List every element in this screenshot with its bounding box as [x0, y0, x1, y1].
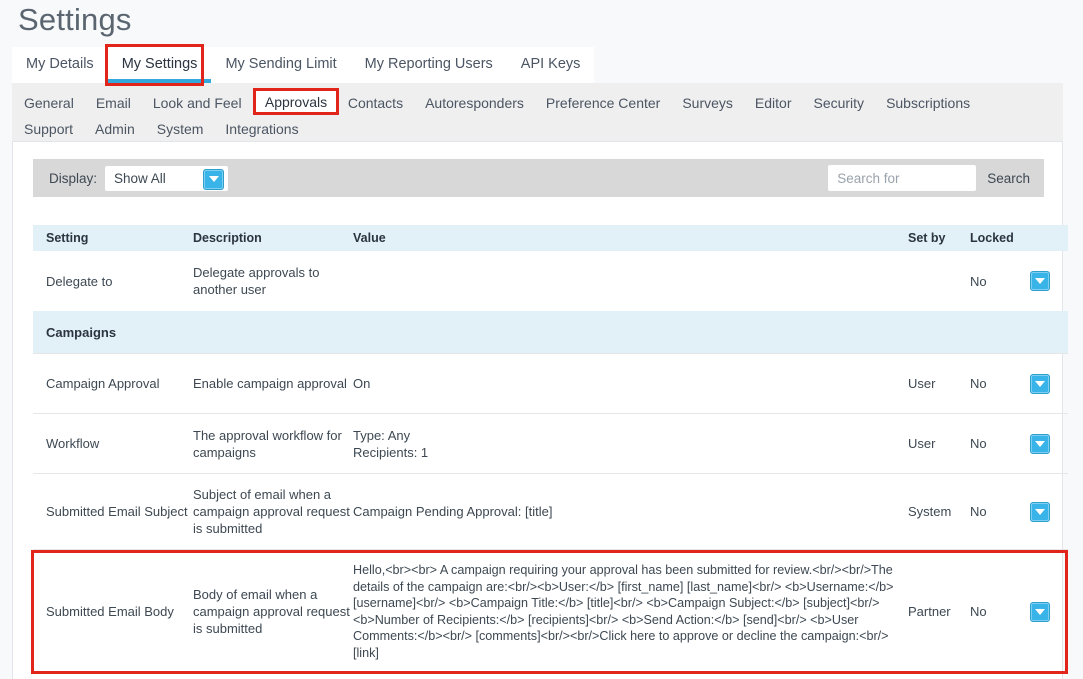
subnav-item-surveys[interactable]: Surveys: [682, 90, 733, 116]
display-select-value: Show All: [114, 170, 166, 186]
table-header-row: Setting Description Value Set by Locked: [33, 225, 1068, 251]
settings-page: Settings My Details My Settings My Sending…: [0, 0, 1083, 679]
cell-set-by: User: [908, 436, 936, 451]
column-header-setting: Setting: [46, 230, 89, 245]
tab-label: API Keys: [520, 56, 581, 72]
table-row: Submitted Email Body Body of email when a…: [31, 549, 1068, 674]
column-header-locked: Locked: [970, 230, 1014, 245]
subnav-item-email[interactable]: Email: [96, 90, 131, 116]
tab-label: My Settings: [121, 56, 198, 72]
cell-setting: Delegate to: [46, 273, 113, 289]
cell-locked: No: [970, 376, 987, 391]
cell-action: [1030, 601, 1068, 622]
subnav-item-subscriptions[interactable]: Subscriptions: [886, 90, 970, 116]
cell-set-by: System: [908, 504, 952, 519]
tab-label: My Sending Limit: [225, 56, 337, 72]
cell-locked: No: [970, 436, 987, 451]
table-row: Submitted Email Subject Subject of email …: [33, 473, 1068, 549]
cell-locked: No: [970, 504, 987, 519]
table-section-row: Campaigns: [33, 311, 1068, 353]
content-panel: Display: Show All Search Setting Descrip…: [12, 141, 1068, 679]
row-chevron-down-icon[interactable]: [1030, 601, 1050, 622]
subnav: General Email Look and Feel Approvals Contac…: [12, 83, 1063, 150]
cell-locked: No: [970, 273, 987, 289]
cell-value: Campaign Pending Approval: [title]: [353, 504, 553, 519]
cell-description: The approval workflow for campaigns: [193, 427, 342, 460]
cell-locked: No: [970, 604, 987, 620]
column-header-value: Value: [353, 230, 386, 245]
subnav-item-security[interactable]: Security: [813, 90, 864, 116]
search-area: Search: [828, 165, 1030, 191]
cell-setting: Workflow: [46, 436, 100, 451]
primary-tabbar: My Details My Settings My Sending Limit My …: [0, 47, 1083, 83]
cell-setting: Submitted Email Subject: [46, 504, 188, 519]
display-select[interactable]: Show All: [105, 165, 229, 191]
chevron-down-icon[interactable]: [203, 168, 225, 190]
row-chevron-down-icon[interactable]: [1030, 433, 1050, 454]
cell-action: [1030, 433, 1068, 454]
subnav-item-general[interactable]: General: [24, 90, 74, 116]
cell-action: [1030, 271, 1068, 291]
subnav-item-approvals-label: Approvals: [264, 93, 328, 110]
cell-action: [1030, 501, 1068, 522]
cell-action: [1030, 373, 1068, 394]
subnav-item-integrations[interactable]: Integrations: [225, 116, 298, 142]
tab-my-sending-limit[interactable]: My Sending Limit: [211, 47, 351, 83]
tab-label: My Details: [26, 56, 94, 72]
cell-set-by: User: [908, 376, 936, 391]
subnav-item-preference-center[interactable]: Preference Center: [546, 90, 660, 116]
page-title: Settings: [18, 2, 132, 37]
tab-my-reporting-users[interactable]: My Reporting Users: [350, 47, 507, 83]
cell-description: Subject of email when a campaign approva…: [193, 487, 350, 536]
cell-set-by: Partner: [908, 604, 951, 620]
cell-value: On: [353, 376, 371, 391]
column-header-set-by: Set by: [908, 230, 946, 245]
cell-setting: Submitted Email Body: [46, 604, 174, 620]
subnav-item-support[interactable]: Support: [24, 116, 73, 142]
search-input[interactable]: [828, 165, 977, 191]
subnav-item-contacts[interactable]: Contacts: [348, 90, 403, 116]
table-row: Campaign Approval Enable campaign approva…: [33, 353, 1068, 413]
settings-table: Setting Description Value Set by Locked …: [31, 225, 1068, 674]
cell-description: Delegate approvals to another user: [193, 265, 320, 297]
cell-setting: Campaigns: [46, 324, 117, 340]
search-button[interactable]: Search: [987, 171, 1030, 186]
row-chevron-down-icon[interactable]: [1030, 373, 1050, 394]
table-toolbar: Display: Show All Search: [33, 159, 1044, 197]
row-chevron-down-icon[interactable]: [1030, 271, 1050, 291]
subnav-item-look-and-feel[interactable]: Look and Feel: [153, 90, 242, 116]
subnav-item-autoresponders[interactable]: Autoresponders: [425, 90, 524, 116]
cell-description: Enable campaign approval: [193, 376, 347, 391]
subnav-item-admin[interactable]: Admin: [95, 116, 135, 142]
cell-setting: Campaign Approval: [46, 376, 160, 391]
table-row: Workflow The approval workflow for campai…: [33, 413, 1068, 473]
table-row: Delegate to Delegate approvals to another…: [33, 251, 1068, 311]
subnav-item-editor[interactable]: Editor: [755, 90, 792, 116]
tab-label: My Reporting Users: [364, 56, 493, 72]
approvals-annotation-box[interactable]: Approvals: [253, 88, 339, 115]
row-chevron-down-icon[interactable]: [1030, 501, 1050, 522]
tab-api-keys[interactable]: API Keys: [506, 47, 595, 83]
subnav-item-system[interactable]: System: [157, 116, 204, 142]
cell-value: Hello,<br><br> A campaign requiring your…: [353, 563, 894, 660]
display-label: Display:: [49, 170, 98, 186]
tab-my-details[interactable]: My Details: [12, 47, 108, 83]
cell-description: Body of email when a campaign approval r…: [193, 587, 350, 637]
column-header-description: Description: [193, 230, 262, 245]
cell-value: Type: Any Recipients: 1: [353, 427, 429, 460]
tab-my-settings[interactable]: My Settings: [107, 47, 212, 83]
